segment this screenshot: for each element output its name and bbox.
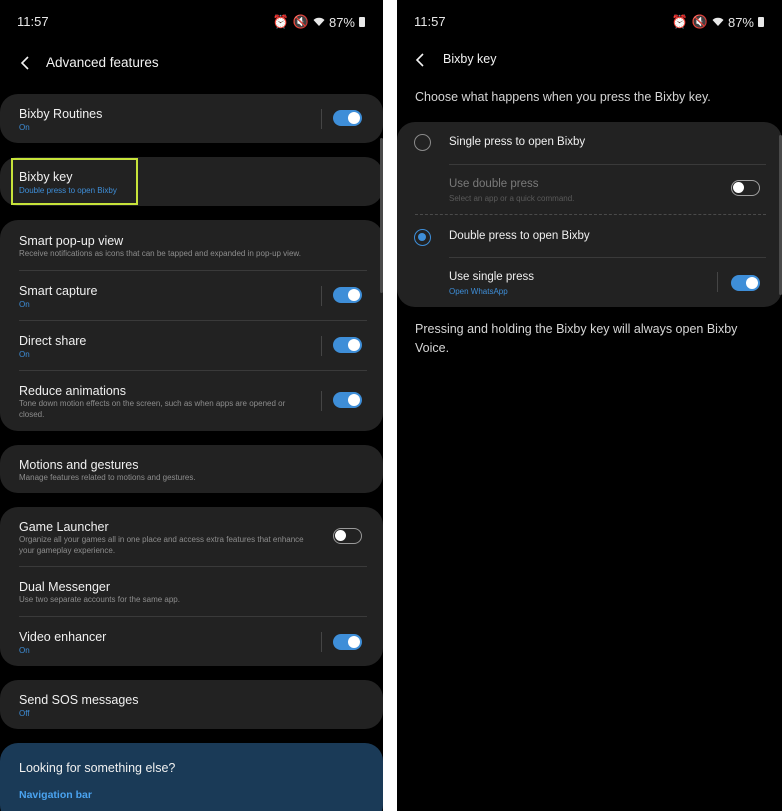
sub-option-subtitle: Open WhatsApp <box>449 287 508 296</box>
option-double-press[interactable]: Double press to open Bixby <box>397 215 782 257</box>
features-card: Smart pop-up view Receive notifications … <box>0 220 383 431</box>
bixby-routines-toggle[interactable] <box>333 110 362 126</box>
mute-icon: 🔇 <box>292 14 309 29</box>
wifi-icon <box>313 15 325 30</box>
setting-title: Video enhancer <box>19 630 107 644</box>
option-label: Single press to open Bixby <box>449 136 586 148</box>
back-arrow-icon[interactable] <box>20 56 32 70</box>
smart-capture-toggle[interactable] <box>333 287 362 303</box>
game-launcher-toggle[interactable] <box>333 528 362 544</box>
battery-icon <box>359 17 365 27</box>
bixby-key-screen: 11:57 ⏰ 🔇 87% Bixby key Choose what happ… <box>397 0 782 811</box>
wifi-icon <box>712 15 724 30</box>
single-press-radio[interactable] <box>414 134 431 151</box>
mute-icon: 🔇 <box>691 14 708 29</box>
double-press-radio[interactable] <box>414 229 431 246</box>
sub-option-title: Use double press <box>449 178 539 190</box>
setting-subtitle: On <box>19 350 30 359</box>
use-single-press-toggle[interactable] <box>731 275 760 291</box>
setting-motions-gestures[interactable]: Motions and gestures Manage features rel… <box>0 445 383 493</box>
divider <box>321 391 322 411</box>
setting-dual-messenger[interactable]: Dual Messenger Use two separate accounts… <box>0 567 383 616</box>
alarm-icon: ⏰ <box>272 14 289 29</box>
motions-card: Motions and gestures Manage features rel… <box>0 445 383 493</box>
setting-bixby-routines[interactable]: Bixby Routines On <box>0 94 383 143</box>
setting-subtitle: On <box>19 300 30 309</box>
direct-share-toggle[interactable] <box>333 337 362 353</box>
setting-smart-popup-view[interactable]: Smart pop-up view Receive notifications … <box>0 220 383 270</box>
setting-title: Dual Messenger <box>19 580 111 594</box>
battery-percent: 87% <box>328 14 355 30</box>
status-time: 11:57 <box>17 14 49 29</box>
highlight-box <box>11 158 138 205</box>
setting-game-launcher[interactable]: Game Launcher Organize all your games al… <box>0 507 383 566</box>
suggestion-card: Looking for something else? Navigation b… <box>0 743 383 811</box>
reduce-animations-toggle[interactable] <box>333 392 362 408</box>
header: Bixby key <box>397 44 782 74</box>
suggestion-title: Looking for something else? <box>19 761 176 775</box>
divider <box>717 272 718 292</box>
setting-subtitle: Organize all your games all in one place… <box>19 535 304 555</box>
intro-text: Choose what happens when you press the B… <box>415 90 711 104</box>
setting-subtitle: Use two separate accounts for the same a… <box>19 595 180 604</box>
page-title: Advanced features <box>46 54 159 70</box>
divider <box>321 109 322 129</box>
navigation-bar-link[interactable]: Navigation bar <box>19 789 92 801</box>
setting-reduce-animations[interactable]: Reduce animations Tone down motion effec… <box>0 371 383 431</box>
setting-send-sos[interactable]: Send SOS messages Off <box>0 680 383 729</box>
option-single-press[interactable]: Single press to open Bixby <box>397 122 782 164</box>
video-enhancer-toggle[interactable] <box>333 634 362 650</box>
setting-video-enhancer[interactable]: Video enhancer On <box>0 617 383 666</box>
sos-card: Send SOS messages Off <box>0 680 383 729</box>
divider <box>321 336 322 356</box>
setting-title: Smart capture <box>19 284 98 298</box>
option-label: Double press to open Bixby <box>449 230 590 242</box>
setting-title: Send SOS messages <box>19 693 139 707</box>
battery-percent: 87% <box>727 14 754 30</box>
advanced-features-screen: 11:57 ⏰ 🔇 87% Advanced features Bixby Ro… <box>0 0 383 811</box>
setting-direct-share[interactable]: Direct share On <box>0 321 383 371</box>
status-bar: 11:57 ⏰ 🔇 87% <box>397 14 782 34</box>
battery-icon <box>758 17 764 27</box>
status-bar: 11:57 ⏰ 🔇 87% <box>0 14 383 34</box>
setting-subtitle: On <box>19 123 30 132</box>
setting-subtitle: Receive notifications as icons that can … <box>19 249 301 258</box>
setting-title: Direct share <box>19 334 87 348</box>
bixby-key-options-card: Single press to open Bixby Use double pr… <box>397 122 782 307</box>
setting-title: Motions and gestures <box>19 458 139 472</box>
use-double-press-row[interactable]: Use double press Select an app or a quic… <box>397 165 782 213</box>
use-double-press-toggle[interactable] <box>731 180 760 196</box>
apps-card: Game Launcher Organize all your games al… <box>0 507 383 666</box>
header: Advanced features <box>0 47 383 77</box>
scrollbar[interactable] <box>380 138 383 293</box>
note-text: Pressing and holding the Bixby key will … <box>415 322 738 355</box>
setting-subtitle: Manage features related to motions and g… <box>19 473 196 482</box>
setting-subtitle: Tone down motion effects on the screen, … <box>19 399 286 419</box>
setting-title: Bixby Routines <box>19 107 103 121</box>
alarm-icon: ⏰ <box>671 14 688 29</box>
sub-option-title: Use single press <box>449 271 535 283</box>
sub-option-subtitle: Select an app or a quick command. <box>449 194 575 203</box>
setting-subtitle: Off <box>19 709 30 718</box>
setting-title: Game Launcher <box>19 520 109 534</box>
setting-subtitle: On <box>19 646 30 655</box>
bixby-routines-card: Bixby Routines On <box>0 94 383 143</box>
use-single-press-row[interactable]: Use single press Open WhatsApp <box>397 258 782 306</box>
status-time: 11:57 <box>414 14 446 29</box>
page-title: Bixby key <box>443 52 497 66</box>
setting-smart-capture[interactable]: Smart capture On <box>0 271 383 321</box>
setting-title: Smart pop-up view <box>19 234 124 248</box>
setting-title: Reduce animations <box>19 384 127 398</box>
divider <box>321 286 322 306</box>
divider <box>321 632 322 652</box>
back-arrow-icon[interactable] <box>415 53 427 67</box>
